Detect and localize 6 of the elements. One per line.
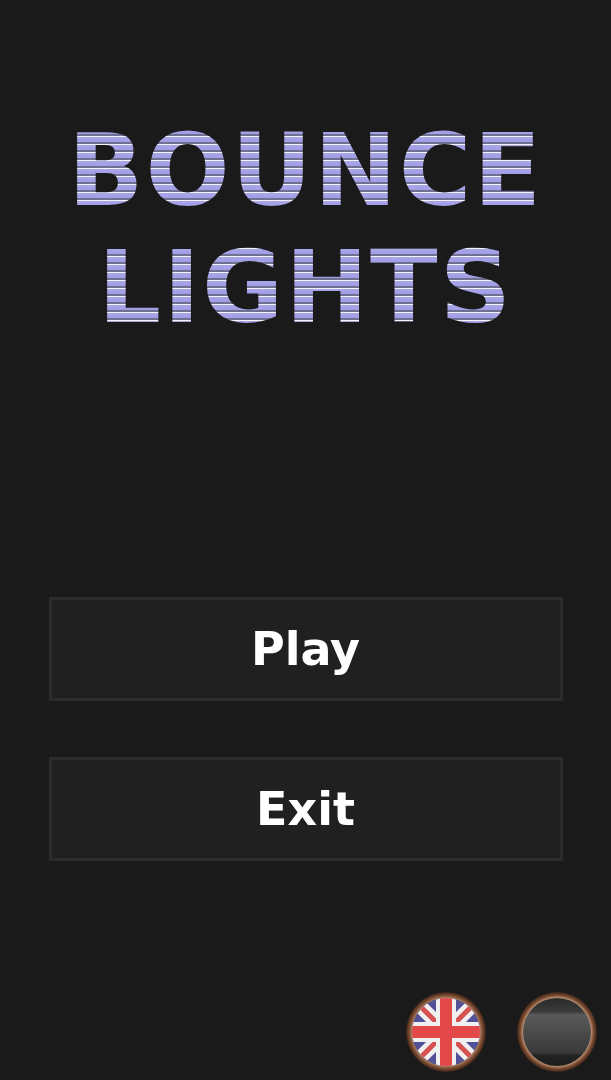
- language-button[interactable]: [406, 992, 486, 1072]
- flag-icon: [406, 992, 486, 1072]
- menu-button[interactable]: Play: [48, 597, 563, 701]
- menu-button[interactable]: Exit: [48, 757, 563, 861]
- round-button[interactable]: [517, 992, 597, 1072]
- disc-icon: [517, 992, 597, 1072]
